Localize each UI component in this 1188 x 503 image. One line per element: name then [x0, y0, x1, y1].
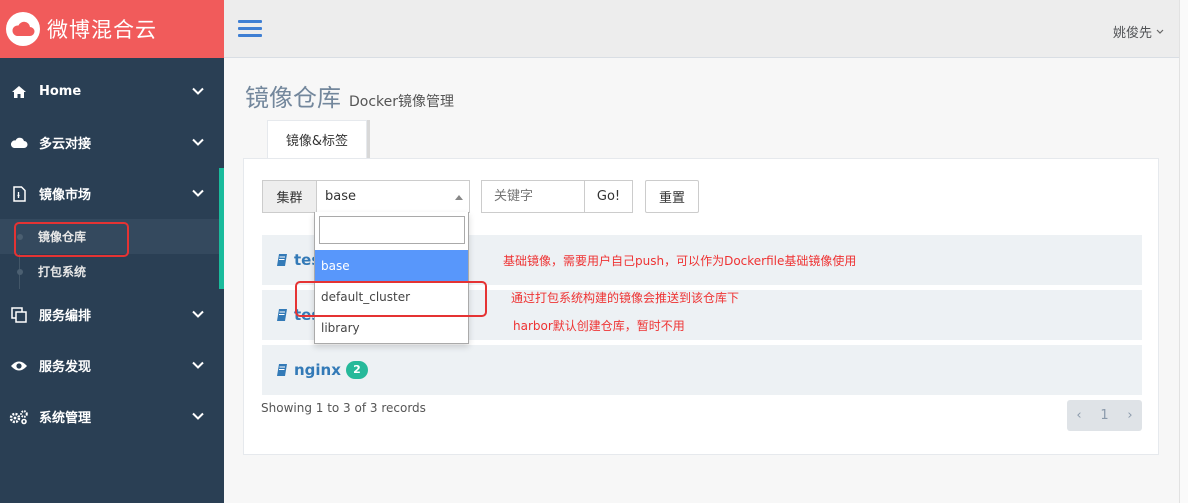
page-subtitle: Docker镜像管理: [349, 94, 455, 110]
user-menu[interactable]: 姚俊先: [1113, 22, 1164, 41]
clone-icon: [9, 306, 29, 324]
sidebar-item-orchestration[interactable]: 服务编排: [0, 289, 224, 340]
page-number[interactable]: 1: [1100, 408, 1108, 423]
menu-toggle-icon[interactable]: [238, 20, 262, 38]
chevron-down-icon: [192, 186, 204, 201]
sidebar-item-multicloud[interactable]: 多云对接: [0, 117, 224, 168]
brand[interactable]: 微博混合云: [0, 0, 224, 58]
annotation-highlight-box: [295, 281, 487, 317]
records-summary: Showing 1 to 3 of 3 records: [261, 401, 426, 415]
sidebar-item-label: 系统管理: [39, 411, 92, 426]
chevron-down-icon: [192, 84, 204, 99]
cloud-icon: [6, 12, 40, 46]
repo-row[interactable]: nginx 2: [262, 345, 1142, 395]
annotation-text: 通过打包系统构建的镜像会推送到该仓库下: [511, 291, 740, 305]
scrollbar[interactable]: [1179, 0, 1188, 503]
chevron-down-icon: [192, 135, 204, 150]
annotation-text: 基础镜像，需要用户自己push，可以作为Dockerfile基础镜像使用: [503, 254, 857, 268]
sidebar-menu: Home 多云对接: [0, 66, 224, 168]
sidebar-subitem-packaging[interactable]: 打包系统: [0, 254, 219, 289]
sidebar-menu-lower: 服务编排 服务发现 系统管理: [0, 289, 224, 442]
search-input[interactable]: [481, 180, 585, 213]
book-icon: [277, 309, 287, 321]
chevron-down-icon: [1156, 24, 1164, 39]
top-navbar: 姚俊先: [224, 0, 1188, 58]
reset-button[interactable]: 重置: [645, 180, 699, 213]
chevron-down-icon: [192, 409, 204, 424]
sidebar-item-discovery[interactable]: 服务发现: [0, 340, 224, 391]
home-icon: [9, 83, 29, 101]
bullet-icon: [17, 268, 23, 275]
book-icon: [277, 254, 287, 266]
page-title: 镜像仓库: [245, 84, 341, 112]
sidebar-item-image-market[interactable]: 镜像市场: [0, 168, 219, 219]
sidebar-item-label: 服务发现: [39, 360, 92, 375]
sidebar-item-system[interactable]: 系统管理: [0, 391, 224, 442]
dropdown-option[interactable]: base: [315, 250, 468, 281]
annotation-highlight-box: [14, 222, 129, 257]
repo-name[interactable]: nginx: [294, 361, 341, 379]
sidebar-item-label: 服务编排: [39, 309, 92, 324]
sidebar-item-label: Home: [39, 84, 82, 99]
go-button[interactable]: Go!: [585, 180, 633, 213]
caret-up-icon: [455, 195, 463, 200]
tab-images-tags[interactable]: 镜像&标签: [267, 120, 367, 158]
pagination: ‹ 1 ›: [1067, 400, 1142, 431]
book-icon: [277, 364, 287, 376]
sidebar-item-label: 多云对接: [39, 137, 92, 152]
user-name: 姚俊先: [1112, 26, 1152, 41]
chevron-down-icon: [192, 358, 204, 373]
file-icon: [9, 185, 29, 203]
submenu-label: 打包系统: [38, 265, 87, 279]
tag-count-badge: 2: [345, 361, 368, 379]
cogs-icon: [9, 408, 29, 426]
dropdown-search-input[interactable]: [319, 216, 465, 244]
next-page-button[interactable]: ›: [1127, 408, 1132, 423]
eye-icon: [9, 357, 29, 375]
search-group: Go!: [481, 180, 633, 213]
sidebar-item-home[interactable]: Home: [0, 66, 224, 117]
sidebar-item-label: 镜像市场: [39, 188, 92, 203]
cluster-select-value: base: [325, 189, 356, 204]
annotation-text: harbor默认创建仓库，暂时不用: [513, 319, 685, 333]
cluster-dropdown: base default_cluster library: [314, 212, 469, 344]
cloud-icon: [9, 134, 29, 152]
brand-title: 微博混合云: [47, 18, 157, 42]
prev-page-button[interactable]: ‹: [1076, 408, 1081, 423]
page-header: 镜像仓库 Docker镜像管理: [245, 78, 454, 113]
cluster-label: 集群: [262, 180, 316, 213]
cluster-select[interactable]: base: [316, 180, 470, 213]
chevron-down-icon: [192, 307, 204, 322]
cluster-select-group: 集群 base: [262, 180, 470, 213]
